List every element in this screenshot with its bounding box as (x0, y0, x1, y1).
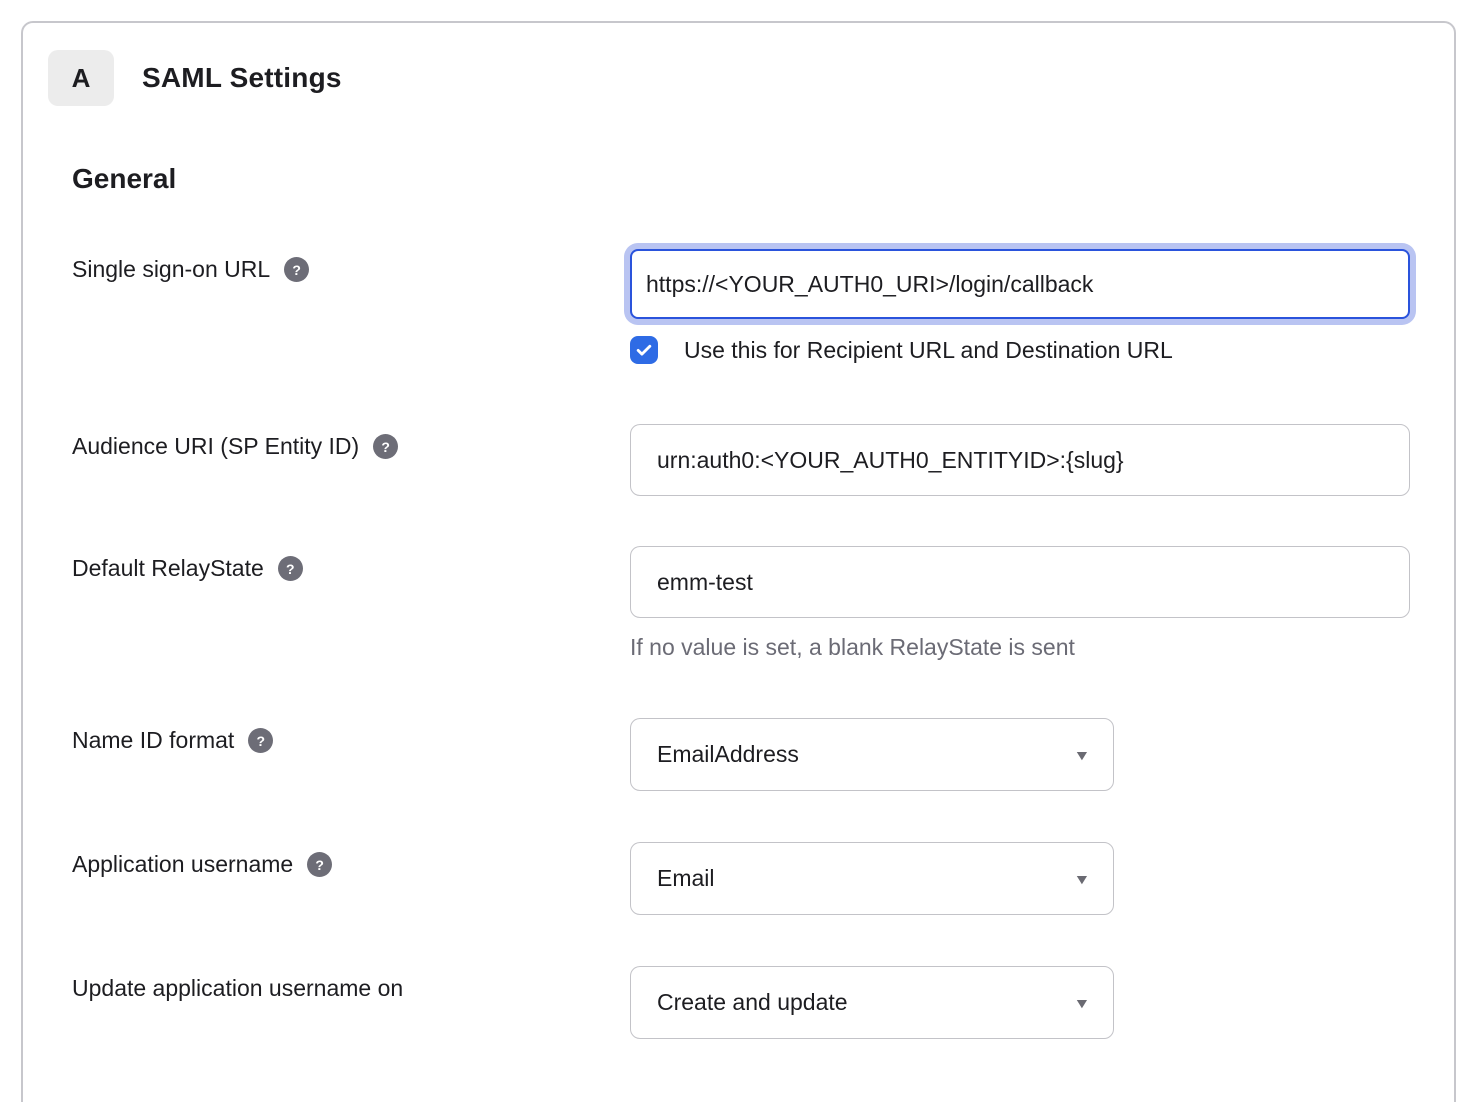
help-icon[interactable]: ? (373, 434, 398, 459)
name-id-format-label: Name ID format (72, 727, 234, 754)
saml-settings-panel: A SAML Settings General Single sign-on U… (21, 21, 1456, 1102)
help-icon[interactable]: ? (284, 257, 309, 282)
help-icon[interactable]: ? (278, 556, 303, 581)
single-sign-on-url-input[interactable] (630, 249, 1410, 319)
name-id-format-label-cell: Name ID format ? (72, 718, 630, 754)
panel-title: SAML Settings (142, 62, 342, 94)
update-application-username-on-value: Create and update (657, 989, 848, 1016)
default-relaystate-label: Default RelayState (72, 555, 264, 582)
field-row-application-username: Application username ? Email ▼ (72, 842, 1454, 915)
name-id-format-value: EmailAddress (657, 741, 799, 768)
name-id-format-select[interactable]: EmailAddress ▼ (630, 718, 1114, 791)
section-badge-letter: A (72, 63, 91, 94)
check-mark-icon (634, 340, 654, 360)
update-application-username-on-select[interactable]: Create and update ▼ (630, 966, 1114, 1039)
chevron-down-icon: ▼ (1073, 871, 1090, 887)
audience-uri-input[interactable] (630, 424, 1410, 496)
recipient-url-checkbox[interactable] (630, 336, 658, 364)
application-username-select[interactable]: Email ▼ (630, 842, 1114, 915)
update-application-username-on-label-cell: Update application username on (72, 966, 630, 1002)
help-icon[interactable]: ? (307, 852, 332, 877)
panel-header: A SAML Settings (48, 50, 1454, 106)
update-application-username-on-label: Update application username on (72, 975, 403, 1002)
audience-uri-label-cell: Audience URI (SP Entity ID) ? (72, 424, 630, 460)
application-username-label-cell: Application username ? (72, 842, 630, 878)
audience-uri-label: Audience URI (SP Entity ID) (72, 433, 359, 460)
recipient-url-checkbox-label: Use this for Recipient URL and Destinati… (684, 337, 1173, 364)
chevron-down-icon: ▼ (1073, 995, 1090, 1011)
single-sign-on-url-label: Single sign-on URL (72, 256, 270, 283)
saml-settings-form: Single sign-on URL ? Use this for Recipi… (72, 247, 1454, 1039)
default-relaystate-input[interactable] (630, 546, 1410, 618)
field-row-default-relaystate: Default RelayState ? If no value is set,… (72, 546, 1454, 661)
recipient-url-checkbox-row: Use this for Recipient URL and Destinati… (630, 336, 1454, 364)
field-row-audience-uri: Audience URI (SP Entity ID) ? (72, 424, 1454, 496)
section-badge: A (48, 50, 114, 106)
default-relaystate-label-cell: Default RelayState ? (72, 546, 630, 582)
application-username-label: Application username (72, 851, 293, 878)
chevron-down-icon: ▼ (1073, 747, 1090, 763)
help-icon[interactable]: ? (248, 728, 273, 753)
application-username-value: Email (657, 865, 715, 892)
field-row-name-id-format: Name ID format ? EmailAddress ▼ (72, 718, 1454, 791)
field-row-update-application-username-on: Update application username on Create an… (72, 966, 1454, 1039)
field-row-single-sign-on-url: Single sign-on URL ? Use this for Recipi… (72, 247, 1454, 364)
single-sign-on-url-label-cell: Single sign-on URL ? (72, 247, 630, 283)
default-relaystate-helper-text: If no value is set, a blank RelayState i… (630, 634, 1454, 661)
section-heading-general: General (72, 163, 1454, 195)
